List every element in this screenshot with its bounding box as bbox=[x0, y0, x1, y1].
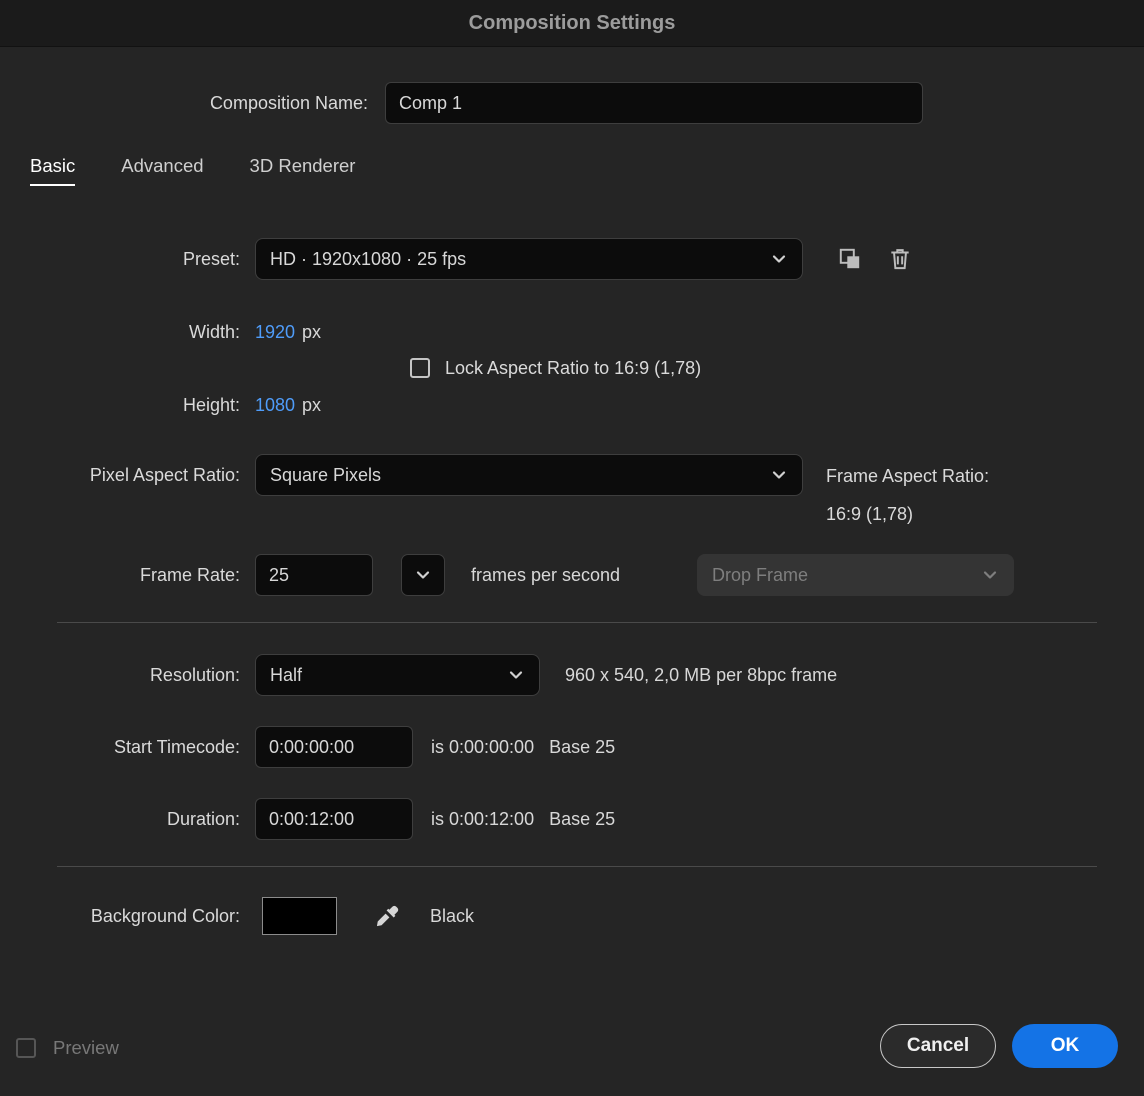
cancel-button-label: Cancel bbox=[907, 1035, 969, 1057]
height-label: Height: bbox=[0, 395, 255, 416]
frame-rate-suffix: frames per second bbox=[471, 565, 620, 586]
new-preset-icon bbox=[837, 246, 863, 272]
preview-checkbox[interactable] bbox=[16, 1038, 36, 1058]
resolution-dropdown[interactable]: Half bbox=[255, 654, 540, 696]
duration-label: Duration: bbox=[0, 809, 255, 830]
preset-label: Preset: bbox=[0, 249, 255, 270]
composition-name-label: Composition Name: bbox=[0, 93, 385, 114]
duration-row: Duration: is 0:00:12:00 Base 25 bbox=[0, 798, 615, 840]
start-timecode-info: is 0:00:00:00 bbox=[431, 737, 534, 758]
chevron-down-icon bbox=[770, 466, 788, 484]
lock-aspect-row: Lock Aspect Ratio to 16:9 (1,78) bbox=[410, 355, 701, 381]
start-timecode-input[interactable] bbox=[255, 726, 413, 768]
drop-frame-value: Drop Frame bbox=[712, 565, 808, 586]
lock-aspect-label: Lock Aspect Ratio to 16:9 (1,78) bbox=[445, 358, 701, 379]
resolution-row: Resolution: Half 960 x 540, 2,0 MB per 8… bbox=[0, 654, 837, 696]
resolution-value: Half bbox=[270, 665, 302, 686]
eyedropper-button[interactable] bbox=[373, 903, 400, 930]
ok-button[interactable]: OK bbox=[1012, 1024, 1118, 1068]
frame-rate-label: Frame Rate: bbox=[0, 565, 255, 586]
duration-info: is 0:00:12:00 bbox=[431, 809, 534, 830]
dialog-title: Composition Settings bbox=[469, 12, 676, 35]
chevron-down-icon bbox=[981, 566, 999, 584]
chevron-down-icon bbox=[770, 250, 788, 268]
resolution-label: Resolution: bbox=[0, 665, 255, 686]
start-timecode-base: Base 25 bbox=[549, 737, 615, 758]
tab-basic[interactable]: Basic bbox=[30, 155, 75, 186]
frame-aspect-label: Frame Aspect Ratio: bbox=[826, 457, 989, 495]
pixel-aspect-dropdown[interactable]: Square Pixels bbox=[255, 454, 803, 496]
background-color-row: Background Color: Black bbox=[0, 897, 474, 935]
composition-name-input[interactable] bbox=[385, 82, 923, 124]
frame-rate-row: Frame Rate: frames per second bbox=[0, 554, 620, 596]
pixel-aspect-row: Pixel Aspect Ratio: Square Pixels bbox=[0, 454, 803, 496]
preset-dropdown[interactable]: HD · 1920x1080 · 25 fps bbox=[255, 238, 803, 280]
height-row: Height: 1080 px bbox=[0, 392, 321, 418]
background-color-swatch[interactable] bbox=[262, 897, 337, 935]
preset-value: HD · 1920x1080 · 25 fps bbox=[270, 249, 466, 270]
background-color-name: Black bbox=[430, 906, 474, 927]
save-preset-button[interactable] bbox=[837, 246, 863, 272]
divider bbox=[57, 622, 1097, 623]
duration-base: Base 25 bbox=[549, 809, 615, 830]
height-value[interactable]: 1080 bbox=[255, 395, 295, 416]
start-timecode-label: Start Timecode: bbox=[0, 737, 255, 758]
frame-rate-preset-button[interactable] bbox=[401, 554, 445, 596]
resolution-info: 960 x 540, 2,0 MB per 8bpc frame bbox=[565, 665, 837, 686]
background-color-label: Background Color: bbox=[0, 906, 255, 927]
width-row: Width: 1920 px bbox=[0, 319, 321, 345]
width-label: Width: bbox=[0, 322, 255, 343]
composition-name-row: Composition Name: bbox=[0, 82, 923, 124]
duration-input[interactable] bbox=[255, 798, 413, 840]
preview-row: Preview bbox=[16, 1036, 119, 1060]
width-unit: px bbox=[302, 322, 321, 343]
width-value[interactable]: 1920 bbox=[255, 322, 295, 343]
cancel-button[interactable]: Cancel bbox=[880, 1024, 996, 1068]
frame-aspect-value: 16:9 (1,78) bbox=[826, 495, 989, 533]
trash-icon bbox=[887, 246, 913, 272]
tab-3d-renderer[interactable]: 3D Renderer bbox=[250, 155, 356, 186]
height-unit: px bbox=[302, 395, 321, 416]
eyedropper-icon bbox=[373, 903, 400, 930]
delete-preset-button[interactable] bbox=[887, 246, 913, 272]
preset-row: Preset: HD · 1920x1080 · 25 fps bbox=[0, 238, 913, 280]
chevron-down-icon bbox=[507, 666, 525, 684]
ok-button-label: OK bbox=[1051, 1035, 1080, 1057]
preview-label: Preview bbox=[53, 1037, 119, 1059]
drop-frame-dropdown: Drop Frame bbox=[697, 554, 1014, 596]
chevron-down-icon bbox=[414, 566, 432, 584]
tab-bar: Basic Advanced 3D Renderer bbox=[30, 155, 355, 186]
dialog-titlebar[interactable]: Composition Settings bbox=[0, 0, 1144, 47]
pixel-aspect-value: Square Pixels bbox=[270, 465, 381, 486]
composition-settings-dialog: Composition Settings Composition Name: B… bbox=[0, 0, 1144, 1096]
pixel-aspect-label: Pixel Aspect Ratio: bbox=[0, 465, 255, 486]
frame-aspect-block: Frame Aspect Ratio: 16:9 (1,78) bbox=[826, 457, 989, 533]
start-timecode-row: Start Timecode: is 0:00:00:00 Base 25 bbox=[0, 726, 615, 768]
divider bbox=[57, 866, 1097, 867]
tab-advanced[interactable]: Advanced bbox=[121, 155, 203, 186]
lock-aspect-checkbox[interactable] bbox=[410, 358, 430, 378]
frame-rate-input[interactable] bbox=[255, 554, 373, 596]
